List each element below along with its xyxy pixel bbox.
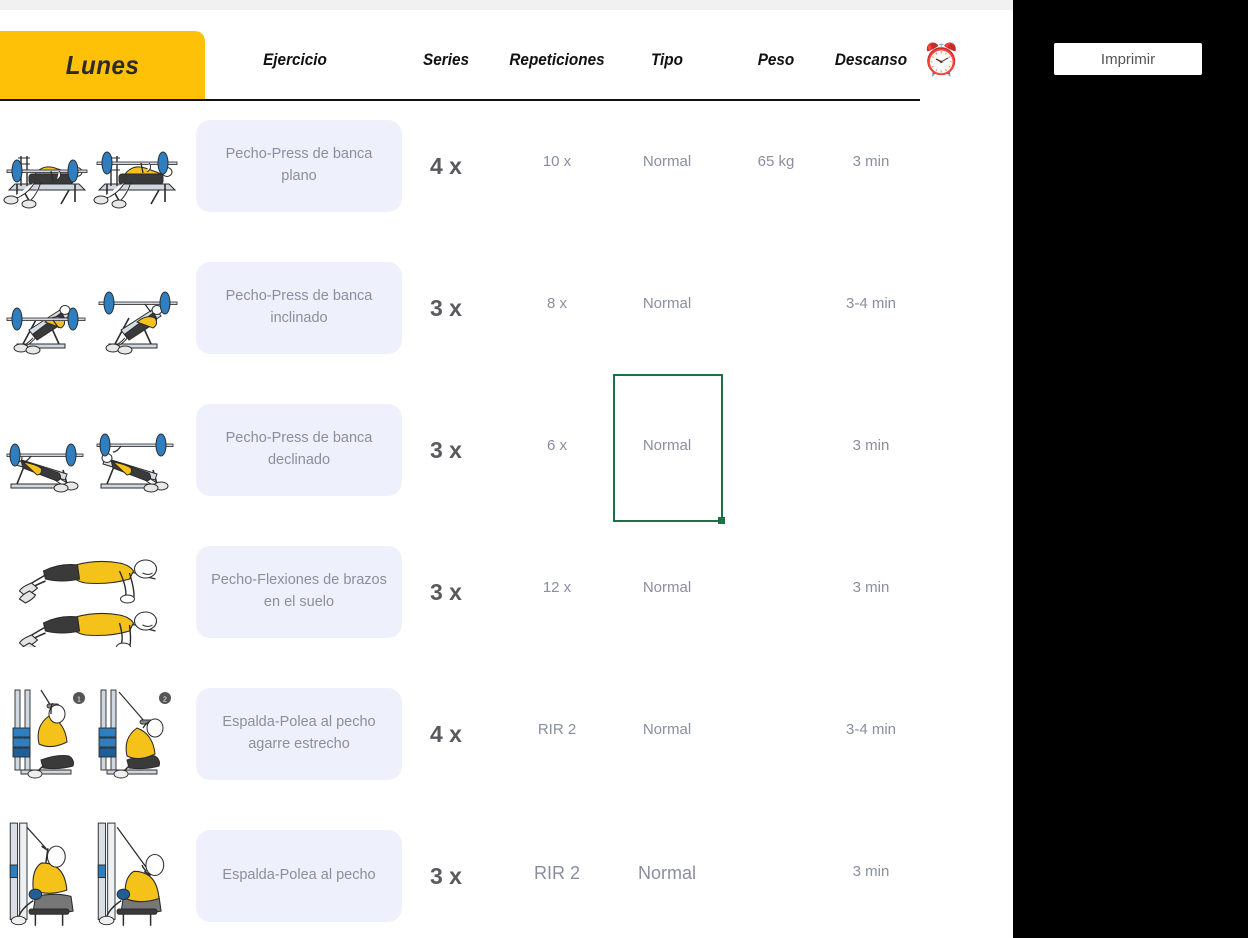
- exercise-row[interactable]: Pecho-Press de banca declinado3 x6 xNorm…: [0, 379, 1013, 521]
- exercise-name[interactable]: Espalda-Polea al pecho agarre estrecho: [196, 688, 402, 780]
- svg-text:2: 2: [163, 697, 167, 704]
- column-header-ejercicio: Ejercicio: [223, 50, 367, 70]
- exercise-row[interactable]: Espalda-Polea al pecho3 xRIR 2Normal3 mi…: [0, 805, 1013, 938]
- cell-tipo[interactable]: Normal: [597, 863, 737, 884]
- cell-tipo[interactable]: Normal: [597, 295, 737, 312]
- cell-descanso[interactable]: 3 min: [801, 579, 941, 596]
- cell-descanso[interactable]: 3 min: [801, 437, 941, 454]
- exercise-name[interactable]: Espalda-Polea al pecho: [196, 830, 402, 922]
- exercise-illustration-bench-press-decline: [0, 379, 185, 521]
- alarm-clock-icon: ⏰: [922, 44, 961, 75]
- exercise-illustration-push-up: [0, 521, 185, 663]
- exercise-name[interactable]: Pecho-Flexiones de brazos en el suelo: [196, 546, 402, 638]
- app-root: Lunes EjercicioSeriesRepeticionesTipoPes…: [0, 0, 1248, 938]
- cell-descanso[interactable]: 3-4 min: [801, 295, 941, 312]
- exercise-illustration-bench-press-flat: [0, 95, 185, 237]
- print-button[interactable]: Imprimir: [1054, 43, 1202, 75]
- cell-descanso[interactable]: 3 min: [801, 863, 941, 880]
- exercise-row[interactable]: 1 2 Espalda-Polea al pecho agarre estrec…: [0, 663, 1013, 805]
- exercise-row[interactable]: Pecho-Press de banca inclinado3 x8 xNorm…: [0, 237, 1013, 379]
- svg-text:1: 1: [77, 697, 81, 704]
- exercise-name[interactable]: Pecho-Press de banca plano: [196, 120, 402, 212]
- cell-descanso[interactable]: 3-4 min: [801, 721, 941, 738]
- exercise-illustration-bench-press-incline: [0, 237, 185, 379]
- table-header: Lunes EjercicioSeriesRepeticionesTipoPes…: [0, 10, 1013, 95]
- cell-descanso[interactable]: 3 min: [801, 153, 941, 170]
- day-tab-label: Lunes: [66, 50, 140, 81]
- cell-tipo[interactable]: Normal: [597, 579, 737, 596]
- top-strip: [0, 0, 1013, 10]
- day-tab-lunes[interactable]: Lunes: [0, 31, 205, 100]
- side-panel: Imprimir: [1013, 0, 1248, 938]
- exercise-row[interactable]: Pecho-Press de banca plano4 x10 xNormal6…: [0, 95, 1013, 237]
- workout-document: Lunes EjercicioSeriesRepeticionesTipoPes…: [0, 0, 1013, 938]
- exercise-row[interactable]: Pecho-Flexiones de brazos en el suelo3 x…: [0, 521, 1013, 663]
- exercise-name[interactable]: Pecho-Press de banca declinado: [196, 404, 402, 496]
- cell-tipo[interactable]: Normal: [597, 437, 737, 454]
- exercise-rows: Pecho-Press de banca plano4 x10 xNormal6…: [0, 95, 1013, 938]
- cell-tipo[interactable]: Normal: [597, 721, 737, 738]
- exercise-name[interactable]: Pecho-Press de banca inclinado: [196, 262, 402, 354]
- exercise-illustration-lat-pulldown-close-grip: 1 2: [0, 663, 185, 805]
- exercise-illustration-seated-cable-row: [0, 805, 185, 938]
